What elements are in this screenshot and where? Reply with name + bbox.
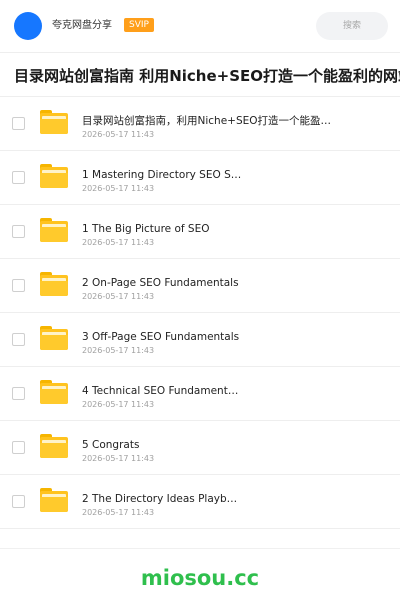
- item-name: 4 Technical SEO Fundamentals: [82, 385, 242, 397]
- folder-icon: [40, 380, 68, 404]
- search-input[interactable]: [316, 12, 388, 40]
- folder-icon: [40, 326, 68, 350]
- footer-divider: [0, 548, 400, 549]
- item-date: 2026-05-17 11:43: [82, 292, 155, 301]
- file-list: 目录网站创富指南，利用Niche+SEO打造一个能盈利的网站 2026-05-1…: [0, 97, 400, 529]
- item-date: 2026-05-17 11:43: [82, 400, 155, 409]
- item-name: 3 Off-Page SEO Fundamentals: [82, 331, 240, 343]
- top-bar: 夸克网盘分享 SVIP: [0, 0, 400, 52]
- header-divider: [0, 52, 400, 53]
- list-item[interactable]: 目录网站创富指南，利用Niche+SEO打造一个能盈利的网站 2026-05-1…: [0, 97, 400, 151]
- select-checkbox[interactable]: [12, 171, 25, 184]
- item-name: 1 The Big Picture of SEO: [82, 223, 210, 235]
- list-item[interactable]: 2 On-Page SEO Fundamentals 2026-05-17 11…: [0, 259, 400, 313]
- list-item[interactable]: 3 Off-Page SEO Fundamentals 2026-05-17 1…: [0, 313, 400, 367]
- app-name: 夸克网盘分享: [52, 20, 112, 31]
- select-checkbox[interactable]: [12, 225, 25, 238]
- select-checkbox[interactable]: [12, 117, 25, 130]
- page-title: 目录网站创富指南 利用Niche+SEO打造一个能盈利的网站: [14, 67, 400, 85]
- list-item[interactable]: 1 Mastering Directory SEO Success 2026-0…: [0, 151, 400, 205]
- folder-icon: [40, 164, 68, 188]
- list-item[interactable]: 1 The Big Picture of SEO 2026-05-17 11:4…: [0, 205, 400, 259]
- item-date: 2026-05-17 11:43: [82, 508, 155, 517]
- select-checkbox[interactable]: [12, 441, 25, 454]
- list-item[interactable]: 2 The Directory Ideas Playbook 2026-05-1…: [0, 475, 400, 529]
- select-checkbox[interactable]: [12, 279, 25, 292]
- select-checkbox[interactable]: [12, 333, 25, 346]
- item-name: 2 The Directory Ideas Playbook: [82, 493, 242, 505]
- site-watermark: miosou.cc: [140, 566, 260, 590]
- item-name: 2 On-Page SEO Fundamentals: [82, 277, 239, 289]
- folder-icon: [40, 110, 68, 134]
- item-name: 1 Mastering Directory SEO Success: [82, 169, 242, 181]
- item-date: 2026-05-17 11:43: [82, 454, 155, 463]
- svip-badge: SVIP: [124, 18, 154, 32]
- item-date: 2026-05-17 11:43: [82, 130, 155, 139]
- item-date: 2026-05-17 11:43: [82, 238, 155, 247]
- avatar[interactable]: [14, 12, 42, 40]
- select-checkbox[interactable]: [12, 495, 25, 508]
- folder-icon: [40, 272, 68, 296]
- item-name: 5 Congrats: [82, 439, 140, 451]
- list-item[interactable]: 5 Congrats 2026-05-17 11:43: [0, 421, 400, 475]
- folder-icon: [40, 434, 68, 458]
- item-date: 2026-05-17 11:43: [82, 346, 155, 355]
- item-date: 2026-05-17 11:43: [82, 184, 155, 193]
- list-item[interactable]: 4 Technical SEO Fundamentals 2026-05-17 …: [0, 367, 400, 421]
- select-checkbox[interactable]: [12, 387, 25, 400]
- folder-icon: [40, 218, 68, 242]
- item-name: 目录网站创富指南，利用Niche+SEO打造一个能盈利的网站: [82, 115, 332, 127]
- folder-icon: [40, 488, 68, 512]
